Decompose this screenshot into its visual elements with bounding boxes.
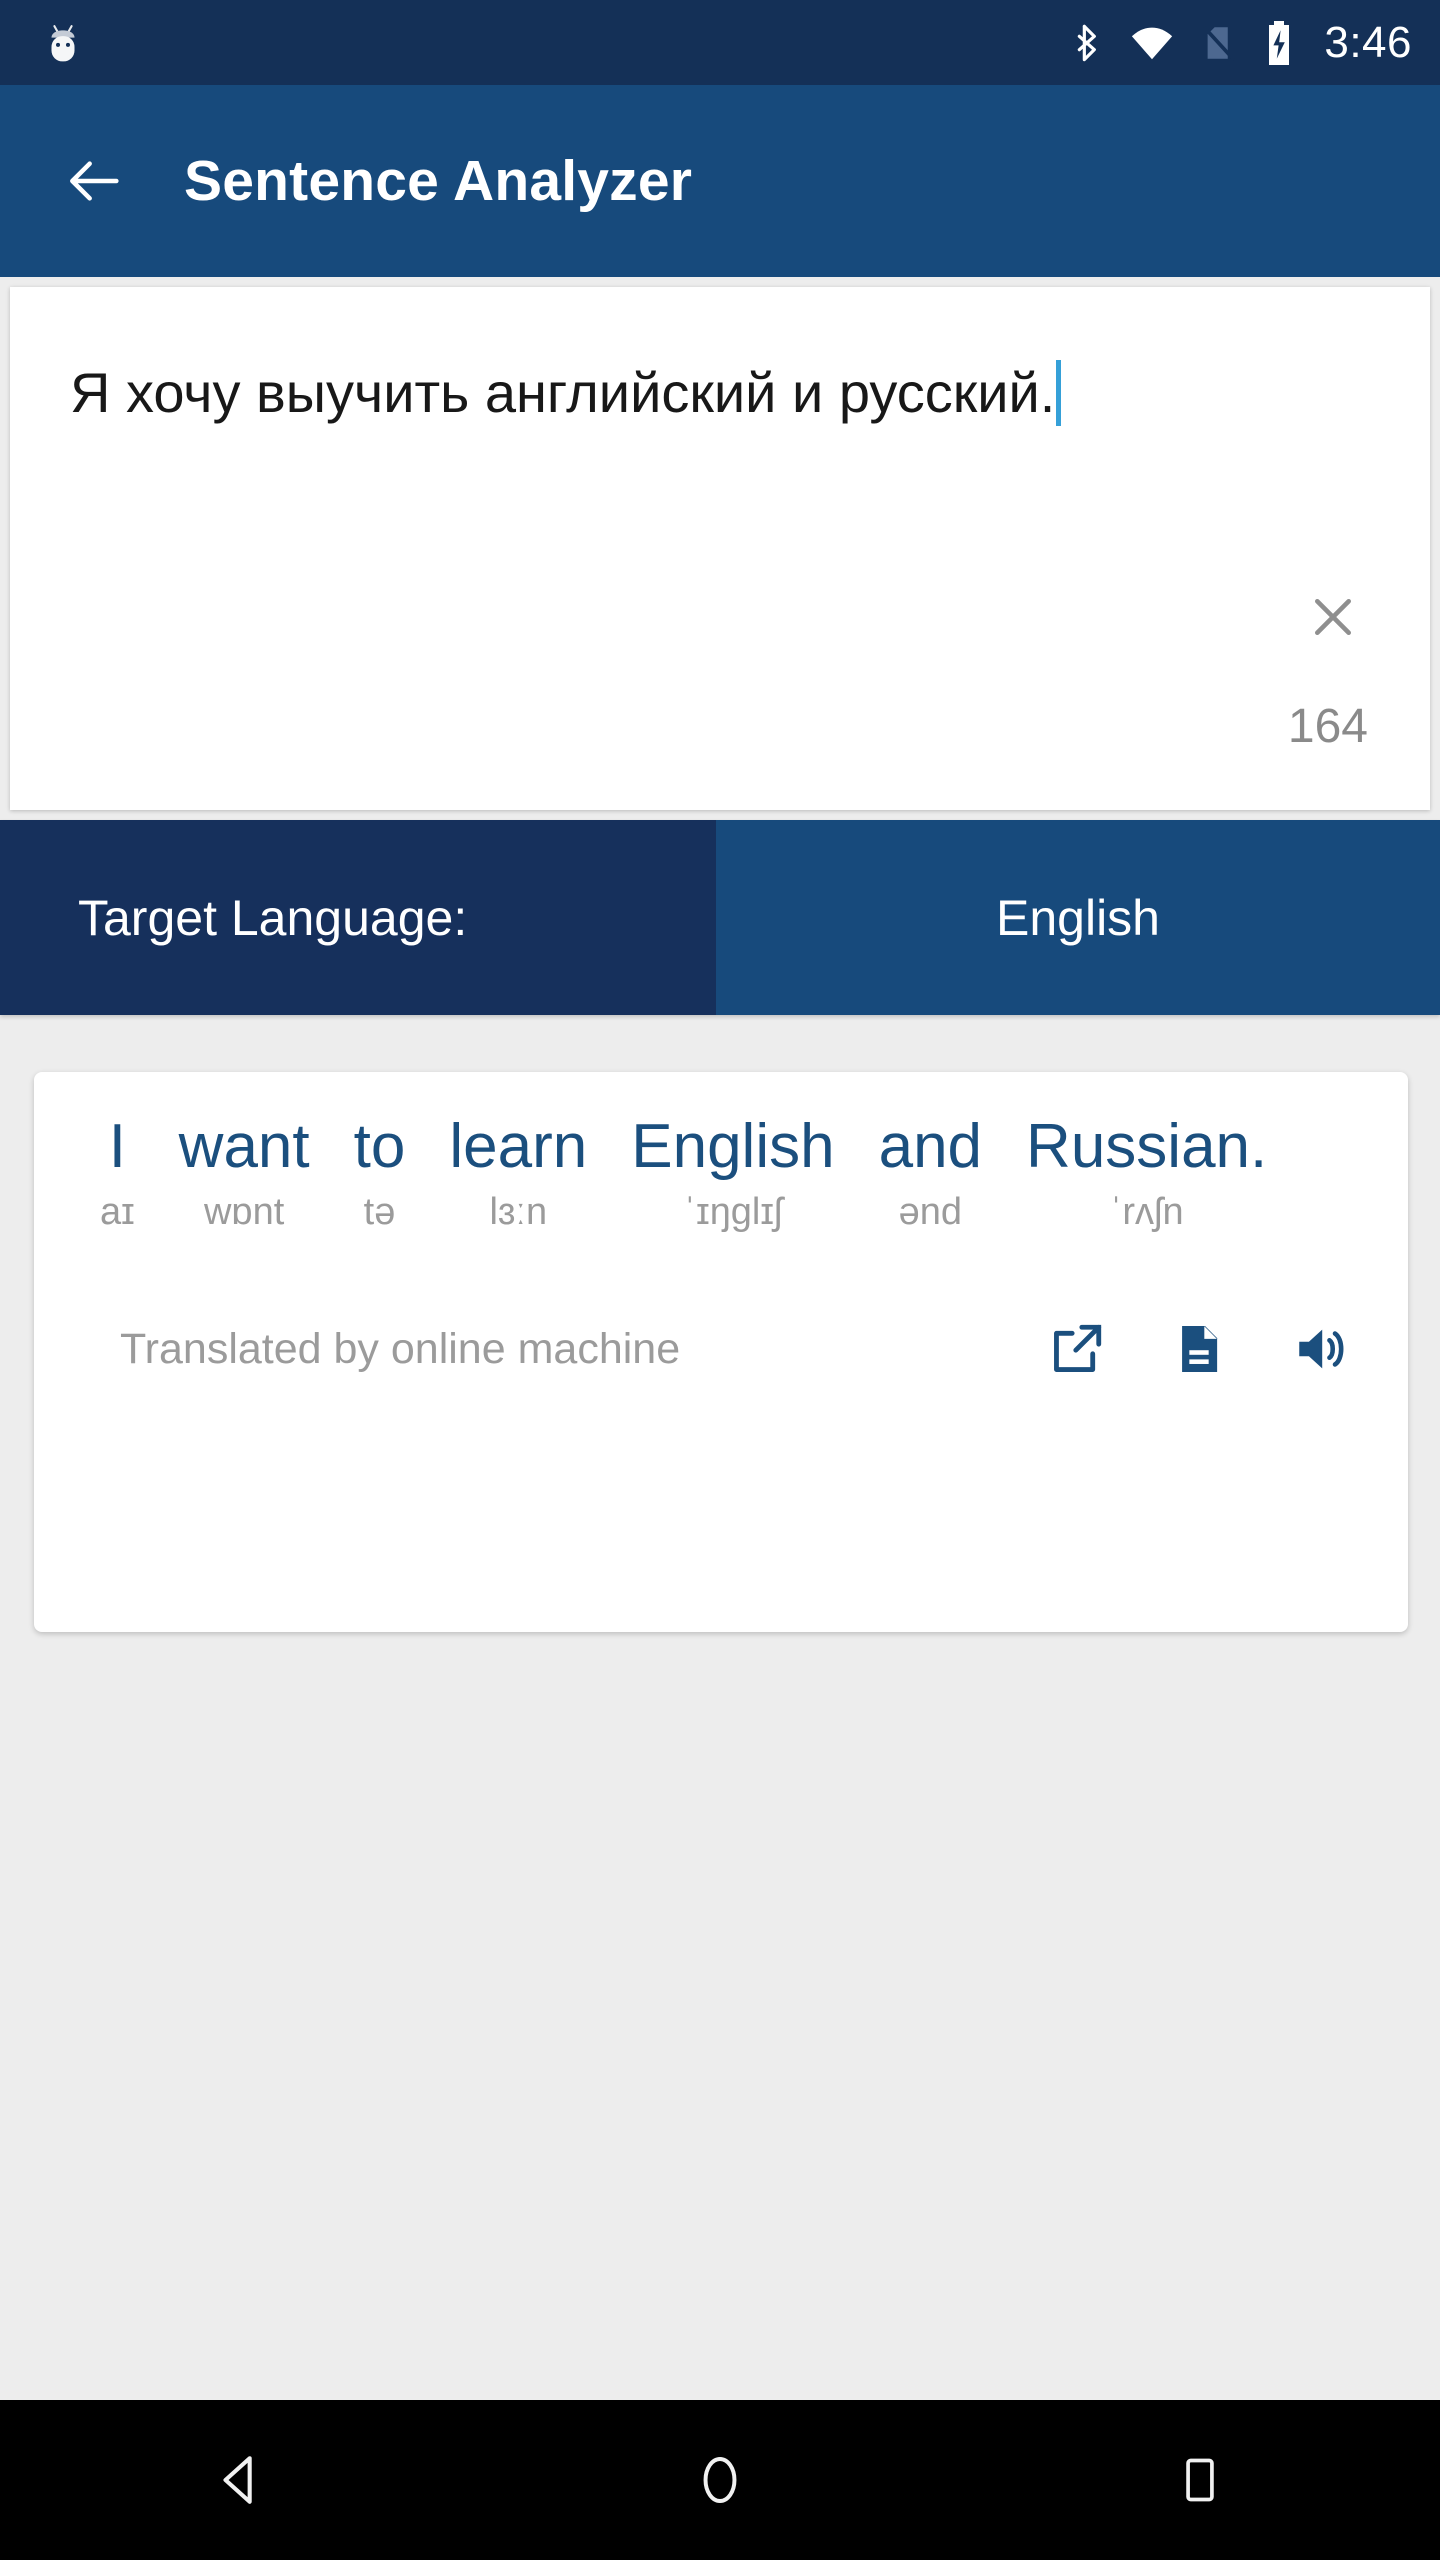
- page-title: Sentence Analyzer: [184, 149, 693, 213]
- app-screen: 3:46 Sentence Analyzer Я хочу выучить ан…: [0, 0, 1440, 2560]
- word-text: English: [631, 1112, 835, 1181]
- result-footer: Translated by online machine: [78, 1318, 1364, 1380]
- no-sim-icon: [1198, 20, 1240, 66]
- wifi-icon: [1128, 20, 1176, 66]
- target-language-bar: Target Language: English: [0, 820, 1440, 1015]
- clear-input-button[interactable]: [1298, 582, 1368, 652]
- word-phonetic: ˈrʌʃn: [1109, 1191, 1184, 1233]
- word-phonetic: tə: [363, 1191, 396, 1233]
- bluetooth-icon: [1066, 20, 1106, 66]
- word-phonetic: ˈɪŋɡlɪʃ: [683, 1191, 783, 1233]
- translation-result-card: I aɪ want wɒnt to tə learn lɜːn English …: [34, 1072, 1408, 1632]
- word-text: Russian.: [1026, 1112, 1268, 1181]
- word-phonetic: wɒnt: [204, 1191, 285, 1233]
- word-item[interactable]: want wɒnt: [179, 1108, 310, 1238]
- nav-home-icon[interactable]: [640, 2400, 800, 2560]
- sentence-input-value: Я хочу выучить английский и русский.: [70, 361, 1056, 424]
- word-phonetic: ənd: [898, 1191, 963, 1233]
- word-text: want: [178, 1112, 310, 1181]
- word-phonetic: aɪ: [100, 1191, 135, 1233]
- word-phonetic: lɜːn: [489, 1191, 548, 1233]
- sentence-input-card[interactable]: Я хочу выучить английский и русский. 164: [10, 287, 1430, 810]
- battery-charging-icon: [1262, 19, 1296, 67]
- word-item[interactable]: English ˈɪŋɡlɪʃ: [631, 1108, 834, 1238]
- status-bar: 3:46: [0, 0, 1440, 85]
- result-actions: [1046, 1318, 1352, 1380]
- volume-up-icon[interactable]: [1290, 1318, 1352, 1380]
- app-bar: Sentence Analyzer: [0, 85, 1440, 277]
- status-bar-right: 3:46: [1066, 18, 1412, 68]
- word-text: learn: [449, 1112, 588, 1181]
- status-bar-clock: 3:46: [1324, 17, 1412, 67]
- word-text: to: [353, 1112, 406, 1181]
- text-caret: [1056, 360, 1062, 426]
- back-arrow-icon[interactable]: [62, 148, 128, 214]
- target-language-label: Target Language:: [0, 820, 716, 1015]
- target-language-selector[interactable]: English: [716, 820, 1440, 1015]
- word-item[interactable]: to tə: [354, 1108, 406, 1238]
- article-icon[interactable]: [1168, 1318, 1230, 1380]
- translation-credit: Translated by online machine: [120, 1324, 681, 1373]
- nav-recents-icon[interactable]: [1120, 2400, 1280, 2560]
- word-item[interactable]: learn lɜːn: [449, 1108, 587, 1238]
- nav-back-icon[interactable]: [160, 2400, 320, 2560]
- word-item[interactable]: I aɪ: [100, 1108, 135, 1238]
- close-icon: [1314, 598, 1352, 636]
- word-item[interactable]: Russian. ˈrʌʃn: [1026, 1108, 1267, 1238]
- word-text: I: [108, 1112, 126, 1181]
- sentence-input-field[interactable]: Я хочу выучить английский и русский.: [70, 345, 1250, 441]
- android-navigation-bar: [0, 2400, 1440, 2560]
- character-counter: 164: [1287, 700, 1368, 753]
- status-bar-left: [40, 20, 86, 66]
- android-head-icon: [40, 20, 86, 66]
- open-in-new-icon[interactable]: [1046, 1318, 1108, 1380]
- word-list: I aɪ want wɒnt to tə learn lɜːn English …: [78, 1108, 1364, 1252]
- word-text: and: [878, 1112, 983, 1181]
- word-item[interactable]: and ənd: [879, 1108, 982, 1238]
